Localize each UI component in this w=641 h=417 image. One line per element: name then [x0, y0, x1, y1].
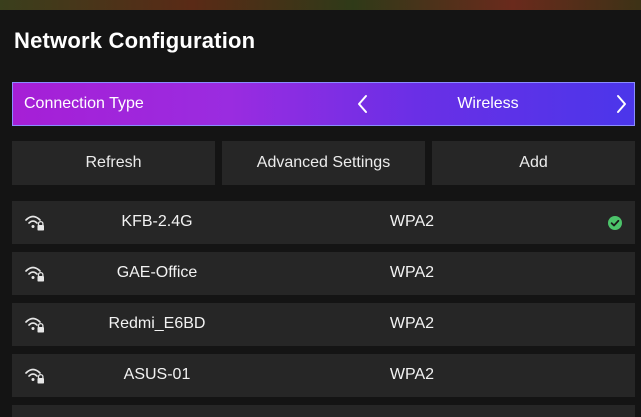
wifi-lock-icon [24, 212, 48, 234]
network-ssid: Redmi_E6BD [108, 315, 206, 332]
page-title: Network Configuration [14, 28, 256, 53]
network-row[interactable]: ASUS-01 WPA2 [12, 354, 635, 397]
network-row[interactable]: Redmi_E6BD WPA2 [12, 303, 635, 346]
wifi-lock-icon [24, 263, 48, 285]
network-ssid: KFB-2.4G [121, 213, 193, 230]
wifi-lock-icon [24, 365, 48, 387]
network-ssid: ASUS-01 [123, 366, 191, 383]
top-background-strip [0, 0, 641, 10]
network-security: WPA2 [389, 213, 435, 230]
network-security: WPA2 [389, 366, 435, 383]
chevron-left-icon[interactable] [351, 89, 375, 119]
check-circle-icon [608, 216, 622, 230]
network-ssid: GAE-Office [116, 264, 198, 281]
connection-type-value: Wireless [457, 95, 519, 112]
connection-type-label: Connection Type [24, 95, 144, 112]
chevron-right-icon[interactable] [609, 89, 633, 119]
network-row[interactable]: KFB-2.4G WPA2 [12, 201, 635, 244]
advanced-settings-button[interactable]: Advanced Settings [222, 141, 425, 185]
network-security: WPA2 [389, 315, 435, 332]
network-row[interactable]: GAE-Office WPA2 [12, 252, 635, 295]
add-network-button[interactable]: Add [432, 141, 635, 185]
network-configuration-screen: Network Configuration Connection Type Wi… [0, 0, 641, 417]
network-row-partial[interactable] [12, 405, 635, 417]
refresh-button[interactable]: Refresh [12, 141, 215, 185]
wifi-lock-icon [24, 314, 48, 336]
network-security: WPA2 [389, 264, 435, 281]
connection-type-selector[interactable]: Connection Type Wireless [12, 82, 635, 126]
